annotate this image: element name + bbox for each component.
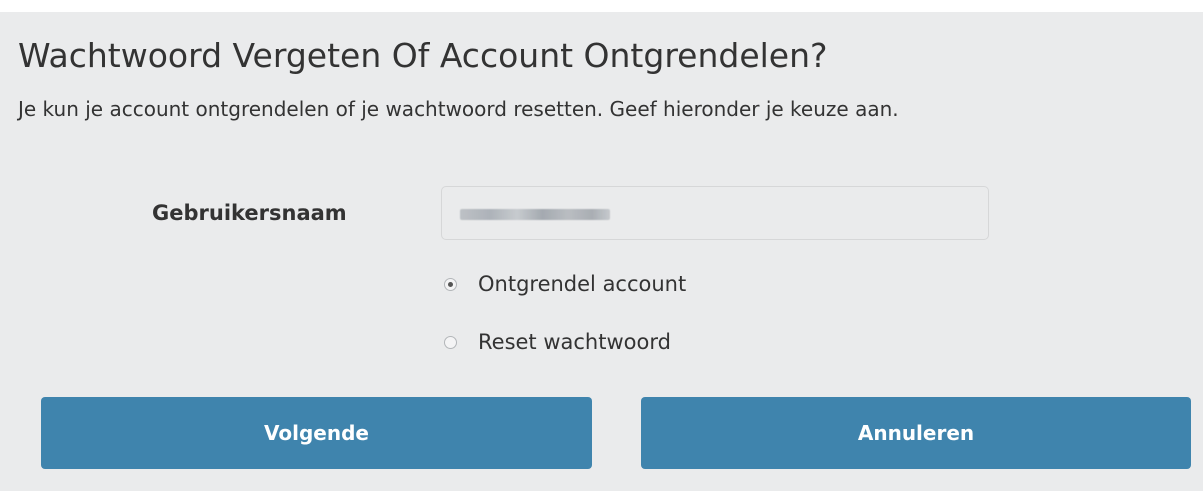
username-blurred-value bbox=[460, 209, 610, 220]
intro-text: Je kun je account ontgrendelen of je wac… bbox=[18, 97, 899, 121]
radio-option-reset-password[interactable]: Reset wachtwoord bbox=[444, 326, 671, 358]
radio-button-unlock[interactable] bbox=[444, 277, 457, 291]
next-button[interactable]: Volgende bbox=[41, 397, 592, 469]
username-label: Gebruikersnaam bbox=[152, 201, 347, 225]
page-title: Wachtwoord Vergeten Of Account Ontgrende… bbox=[18, 36, 828, 75]
radio-option-unlock-account[interactable]: Ontgrendel account bbox=[444, 268, 686, 300]
radio-label-unlock: Ontgrendel account bbox=[478, 272, 687, 296]
radio-button-reset[interactable] bbox=[444, 335, 457, 349]
cancel-button[interactable]: Annuleren bbox=[641, 397, 1191, 469]
radio-label-reset: Reset wachtwoord bbox=[478, 330, 671, 354]
